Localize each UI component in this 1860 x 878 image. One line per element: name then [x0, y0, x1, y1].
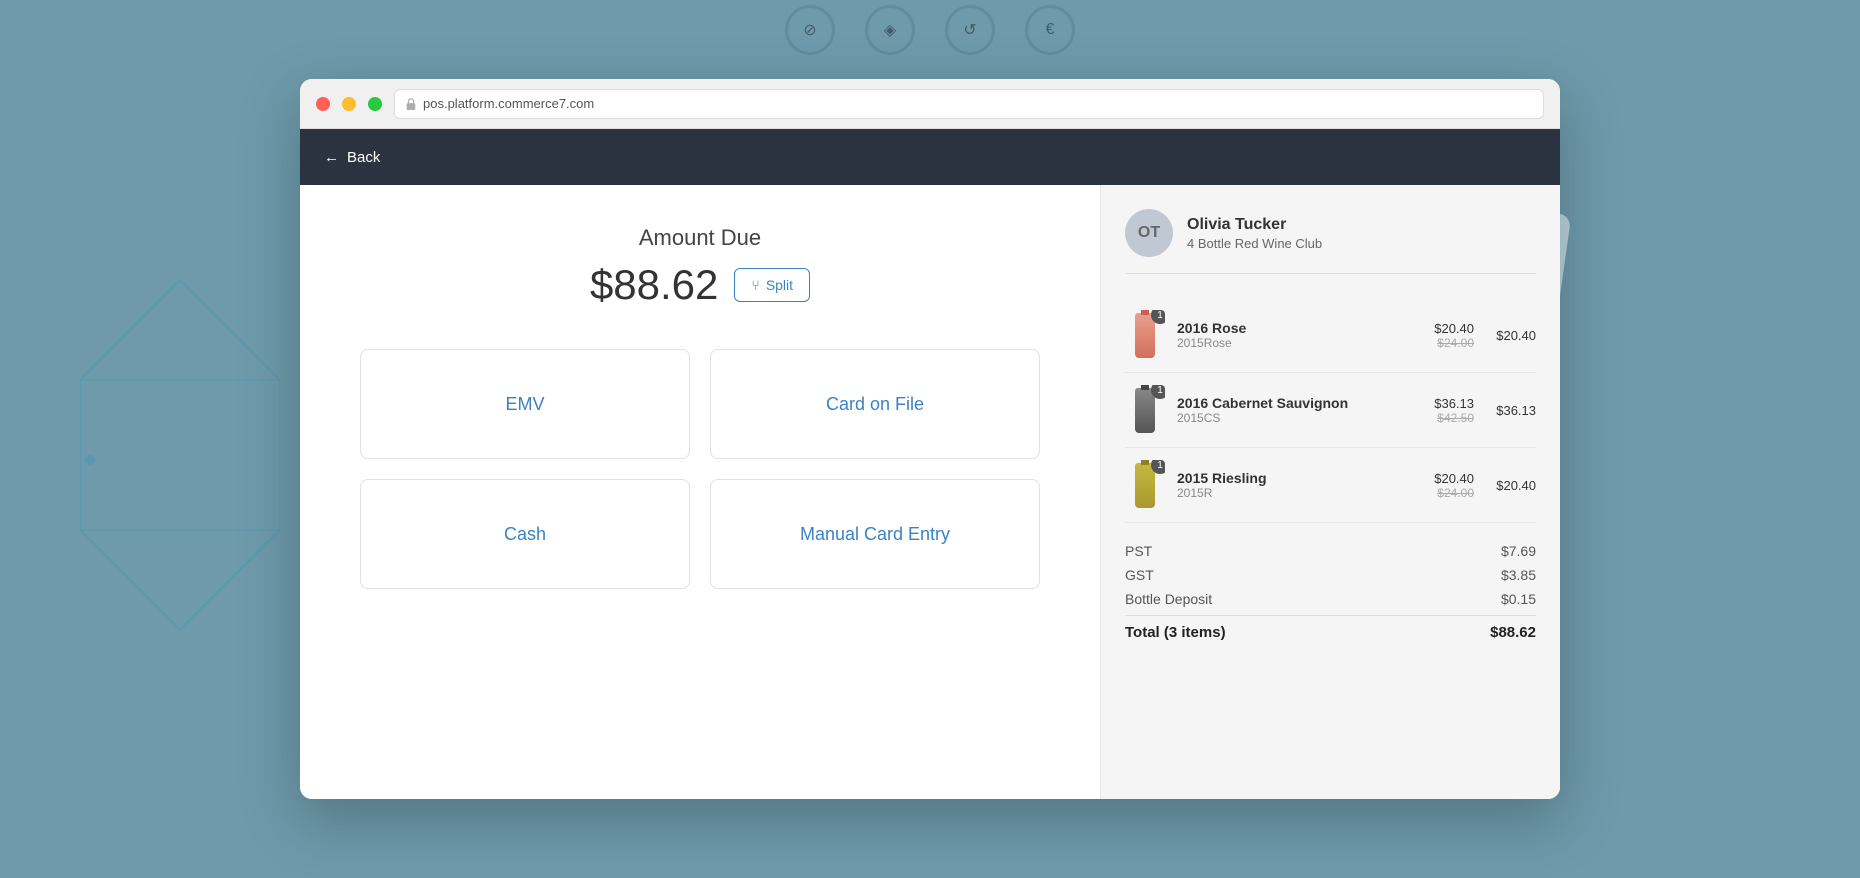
emv-label: EMV: [505, 394, 544, 415]
totals-row-gst: GST $3.85: [1125, 563, 1536, 587]
item-details-rose: 2016 Rose 2015Rose: [1177, 320, 1422, 350]
address-bar[interactable]: pos.platform.commerce7.com: [394, 89, 1544, 119]
amount-row: $88.62 ⑂ Split: [590, 261, 810, 309]
order-item-rose: 1 2016 Rose 2015Rose $20.40 $24.00 $20.4…: [1125, 298, 1536, 373]
item-prices-rose: $20.40 $24.00: [1434, 321, 1474, 350]
deposit-value: $0.15: [1501, 591, 1536, 607]
totals-row-pst: PST $7.69: [1125, 539, 1536, 563]
item-total-riesling: $20.40: [1486, 478, 1536, 493]
total-label: Total (3 items): [1125, 624, 1226, 641]
item-thumb-cab: 1: [1125, 385, 1165, 435]
item-original-price-rose: $24.00: [1434, 336, 1474, 350]
bg-icon-4: €: [1025, 5, 1075, 55]
order-item-cab: 1 2016 Cabernet Sauvignon 2015CS $36.13 …: [1125, 373, 1536, 448]
card-on-file-label: Card on File: [826, 394, 924, 415]
avatar: OT: [1125, 209, 1173, 257]
back-label: Back: [347, 149, 380, 166]
bg-icon-1: ⊘: [785, 5, 835, 55]
item-unit-price-riesling: $20.40: [1434, 471, 1474, 486]
item-sku-riesling: 2015R: [1177, 486, 1422, 500]
nav-bar: ← Back: [300, 129, 1560, 185]
card-on-file-button[interactable]: Card on File: [710, 349, 1040, 459]
browser-window: pos.platform.commerce7.com ← Back Amount…: [300, 79, 1560, 799]
amount-section: Amount Due $88.62 ⑂ Split: [590, 225, 810, 309]
browser-chrome: pos.platform.commerce7.com: [300, 79, 1560, 129]
item-sku-rose: 2015Rose: [1177, 336, 1422, 350]
item-prices-riesling: $20.40 $24.00: [1434, 471, 1474, 500]
cash-button[interactable]: Cash: [360, 479, 690, 589]
totals-row-deposit: Bottle Deposit $0.15: [1125, 587, 1536, 611]
left-geo-decor: [80, 280, 280, 630]
cash-label: Cash: [504, 524, 546, 545]
lock-icon: [405, 98, 417, 110]
left-panel: Amount Due $88.62 ⑂ Split EMV Card on Fi…: [300, 185, 1100, 799]
payment-grid: EMV Card on File Cash Manual Card Entry: [360, 349, 1040, 589]
customer-header: OT Olivia Tucker 4 Bottle Red Wine Club: [1125, 209, 1536, 274]
emv-button[interactable]: EMV: [360, 349, 690, 459]
traffic-light-green[interactable]: [368, 97, 382, 111]
totals-row-total: Total (3 items) $88.62: [1125, 615, 1536, 645]
right-panel: OT Olivia Tucker 4 Bottle Red Wine Club …: [1100, 185, 1560, 799]
customer-name: Olivia Tucker: [1187, 216, 1322, 234]
totals-section: PST $7.69 GST $3.85 Bottle Deposit $0.15…: [1125, 539, 1536, 645]
address-text: pos.platform.commerce7.com: [423, 96, 594, 111]
split-label: Split: [766, 277, 793, 293]
back-button[interactable]: ← Back: [324, 149, 380, 166]
gst-value: $3.85: [1501, 567, 1536, 583]
total-value: $88.62: [1490, 624, 1536, 641]
item-sku-cab: 2015CS: [1177, 411, 1422, 425]
amount-value: $88.62: [590, 261, 718, 309]
gst-label: GST: [1125, 567, 1154, 583]
deposit-label: Bottle Deposit: [1125, 591, 1212, 607]
customer-club: 4 Bottle Red Wine Club: [1187, 236, 1322, 251]
order-item-riesling: 1 2015 Riesling 2015R $20.40 $24.00 $20.…: [1125, 448, 1536, 523]
item-total-rose: $20.40: [1486, 328, 1536, 343]
item-original-price-cab: $42.50: [1434, 411, 1474, 425]
bg-icon-3: ↺: [945, 5, 995, 55]
bg-icon-2: ◈: [865, 5, 915, 55]
split-button[interactable]: ⑂ Split: [734, 268, 810, 302]
main-content: Amount Due $88.62 ⑂ Split EMV Card on Fi…: [300, 185, 1560, 799]
pst-label: PST: [1125, 543, 1152, 559]
item-total-cab: $36.13: [1486, 403, 1536, 418]
item-details-riesling: 2015 Riesling 2015R: [1177, 470, 1422, 500]
back-arrow-icon: ←: [324, 149, 339, 166]
traffic-light-red[interactable]: [316, 97, 330, 111]
item-unit-price-rose: $20.40: [1434, 321, 1474, 336]
item-details-cab: 2016 Cabernet Sauvignon 2015CS: [1177, 395, 1422, 425]
split-icon: ⑂: [751, 277, 759, 293]
item-unit-price-cab: $36.13: [1434, 396, 1474, 411]
item-name-riesling: 2015 Riesling: [1177, 470, 1422, 486]
item-name-cab: 2016 Cabernet Sauvignon: [1177, 395, 1422, 411]
manual-card-entry-button[interactable]: Manual Card Entry: [710, 479, 1040, 589]
item-name-rose: 2016 Rose: [1177, 320, 1422, 336]
item-prices-cab: $36.13 $42.50: [1434, 396, 1474, 425]
item-original-price-riesling: $24.00: [1434, 486, 1474, 500]
item-thumb-riesling: 1: [1125, 460, 1165, 510]
item-thumb-rose: 1: [1125, 310, 1165, 360]
pst-value: $7.69: [1501, 543, 1536, 559]
order-items: 1 2016 Rose 2015Rose $20.40 $24.00 $20.4…: [1125, 298, 1536, 523]
customer-info: Olivia Tucker 4 Bottle Red Wine Club: [1187, 216, 1322, 251]
amount-label: Amount Due: [590, 225, 810, 251]
manual-card-entry-label: Manual Card Entry: [800, 524, 950, 545]
traffic-light-yellow[interactable]: [342, 97, 356, 111]
bg-top-icons: ⊘ ◈ ↺ €: [785, 5, 1075, 55]
